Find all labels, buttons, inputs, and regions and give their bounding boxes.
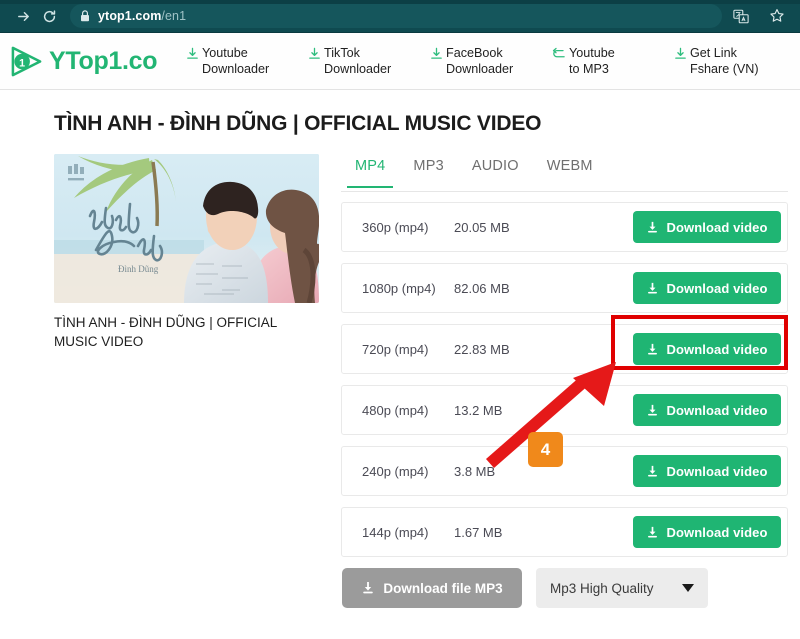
site-logo-text: YTop1.co bbox=[49, 46, 158, 75]
download-icon bbox=[646, 221, 659, 234]
row-action-cell: Download video bbox=[564, 211, 787, 243]
site-logo[interactable]: 1 YTop1.co bbox=[10, 45, 178, 78]
browser-chrome: ytop1.com/en1 bbox=[0, 0, 800, 33]
page-body: TÌNH ANH - ĐÌNH DŨNG | OFFICIAL MUSIC VI… bbox=[0, 90, 800, 639]
download-video-button[interactable]: Download video bbox=[633, 455, 781, 487]
row-filesize: 3.8 MB bbox=[454, 463, 496, 479]
tab-mp3[interactable]: MP3 bbox=[399, 154, 457, 187]
row-filesize: 13.2 MB bbox=[454, 402, 503, 418]
translate-icon[interactable] bbox=[728, 3, 754, 29]
table-row: 720p (mp4) 22.83 MB Download video bbox=[341, 324, 788, 374]
video-title-caption: TÌNH ANH - ĐÌNH DŨNG | OFFICIAL MUSIC VI… bbox=[54, 315, 277, 349]
row-action-cell: Download video bbox=[564, 516, 787, 548]
site-header: 1 YTop1.co Youtube Downloader TikTok Dow… bbox=[0, 33, 800, 90]
content-area: Đình Dũng TÌNH ANH - ĐÌNH DŨNG | OFFICIA… bbox=[0, 136, 800, 608]
download-video-button-label: Download video bbox=[666, 219, 768, 235]
browser-chrome-actions bbox=[728, 3, 790, 29]
nav-item-get-link-fshare[interactable]: Get Link Fshare (VN) bbox=[666, 45, 788, 77]
svg-text:1: 1 bbox=[19, 57, 25, 69]
browser-tab-strip bbox=[0, 0, 800, 4]
nav-item-youtube-to-mp3[interactable]: Youtube to MP3 bbox=[544, 45, 666, 77]
row-action-cell: Download video bbox=[564, 333, 787, 365]
download-icon bbox=[646, 465, 659, 478]
url-path: /en1 bbox=[161, 9, 187, 23]
address-bar[interactable]: ytop1.com/en1 bbox=[70, 4, 722, 28]
nav-item-label: Youtube to MP3 bbox=[569, 46, 615, 76]
download-icon bbox=[646, 282, 659, 295]
download-video-button-label: Download video bbox=[666, 280, 768, 296]
download-video-button-label: Download video bbox=[666, 463, 768, 479]
row-action-cell: Download video bbox=[564, 272, 787, 304]
nav-item-tiktok-downloader[interactable]: TikTok Downloader bbox=[300, 45, 422, 77]
nav-item-youtube-downloader[interactable]: Youtube Downloader bbox=[178, 45, 300, 77]
reload-icon[interactable] bbox=[36, 3, 62, 29]
row-filesize: 82.06 MB bbox=[454, 280, 510, 296]
download-video-button-highlighted[interactable]: Download video bbox=[633, 272, 781, 304]
page-title: TÌNH ANH - ĐÌNH DŨNG | OFFICIAL MUSIC VI… bbox=[54, 112, 542, 135]
row-quality: 1080p (mp4) bbox=[362, 280, 436, 296]
video-info-column: Đình Dũng TÌNH ANH - ĐÌNH DŨNG | OFFICIA… bbox=[54, 154, 329, 608]
convert-arrow-icon bbox=[552, 47, 566, 60]
mp3-quality-select-value: Mp3 High Quality bbox=[550, 580, 654, 596]
table-row: 360p (mp4) 20.05 MB Download video bbox=[341, 202, 788, 252]
format-tabs: MP4 MP3 AUDIO WEBM bbox=[341, 154, 788, 192]
row-quality: 720p (mp4) bbox=[362, 341, 429, 357]
row-quality: 480p (mp4) bbox=[362, 402, 429, 418]
nav-item-facebook-downloader[interactable]: FaceBook Downloader bbox=[422, 45, 544, 77]
download-icon bbox=[646, 526, 659, 539]
tab-mp4[interactable]: MP4 bbox=[341, 154, 399, 188]
row-quality: 144p (mp4) bbox=[362, 524, 429, 540]
video-thumbnail: Đình Dũng bbox=[54, 154, 319, 303]
main-nav: Youtube Downloader TikTok Downloader Fac… bbox=[178, 45, 800, 77]
chevron-down-icon bbox=[682, 584, 694, 592]
nav-item-label: Youtube Downloader bbox=[202, 46, 270, 76]
download-icon bbox=[186, 47, 199, 60]
address-bar-text: ytop1.com/en1 bbox=[98, 9, 186, 23]
download-video-button[interactable]: Download video bbox=[633, 394, 781, 426]
download-icon bbox=[646, 404, 659, 417]
lock-icon bbox=[80, 10, 90, 22]
download-icon bbox=[646, 343, 659, 356]
row-quality: 360p (mp4) bbox=[362, 219, 429, 235]
mp3-download-bar: Download file MP3 Mp3 High Quality bbox=[342, 568, 788, 608]
nav-item-label: Get Link Fshare (VN) bbox=[690, 46, 759, 76]
download-video-button-label: Download video bbox=[666, 341, 768, 357]
download-video-button-label: Download video bbox=[666, 524, 768, 540]
play-triangle-logo-icon: 1 bbox=[10, 45, 43, 78]
row-filesize: 20.05 MB bbox=[454, 219, 510, 235]
row-action-cell: Download video bbox=[564, 394, 787, 426]
download-file-mp3-button[interactable]: Download file MP3 bbox=[342, 568, 522, 608]
tab-audio[interactable]: AUDIO bbox=[458, 154, 533, 187]
svg-text:Đình Dũng: Đình Dũng bbox=[118, 264, 159, 274]
row-quality: 240p (mp4) bbox=[362, 463, 429, 479]
download-icon bbox=[361, 581, 375, 595]
forward-arrow-icon[interactable] bbox=[10, 3, 36, 29]
nav-item-label: TikTok Downloader bbox=[324, 46, 392, 76]
download-icon bbox=[674, 47, 687, 60]
nav-item-label: FaceBook Downloader bbox=[446, 46, 514, 76]
download-video-button[interactable]: Download video bbox=[633, 333, 781, 365]
download-options-list: 360p (mp4) 20.05 MB Download video 1080p… bbox=[341, 202, 788, 557]
table-row: 480p (mp4) 13.2 MB Download video bbox=[341, 385, 788, 435]
row-filesize: 22.83 MB bbox=[454, 341, 510, 357]
download-video-button-label: Download video bbox=[666, 402, 768, 418]
download-icon bbox=[430, 47, 443, 60]
mp3-quality-select[interactable]: Mp3 High Quality bbox=[536, 568, 708, 608]
download-panel: MP4 MP3 AUDIO WEBM 360p (mp4) 20.05 MB D… bbox=[341, 154, 788, 608]
url-host: ytop1.com bbox=[98, 9, 162, 23]
table-row: 240p (mp4) 3.8 MB Download video bbox=[341, 446, 788, 496]
download-video-button[interactable]: Download video bbox=[633, 516, 781, 548]
table-row: 1080p (mp4) 82.06 MB Download video bbox=[341, 263, 788, 313]
row-filesize: 1.67 MB bbox=[454, 524, 503, 540]
row-action-cell: Download video bbox=[564, 455, 787, 487]
star-icon[interactable] bbox=[764, 3, 790, 29]
table-row: 144p (mp4) 1.67 MB Download video bbox=[341, 507, 788, 557]
tab-webm[interactable]: WEBM bbox=[533, 154, 607, 187]
download-file-mp3-label: Download file MP3 bbox=[383, 580, 503, 596]
download-icon bbox=[308, 47, 321, 60]
download-video-button[interactable]: Download video bbox=[633, 211, 781, 243]
